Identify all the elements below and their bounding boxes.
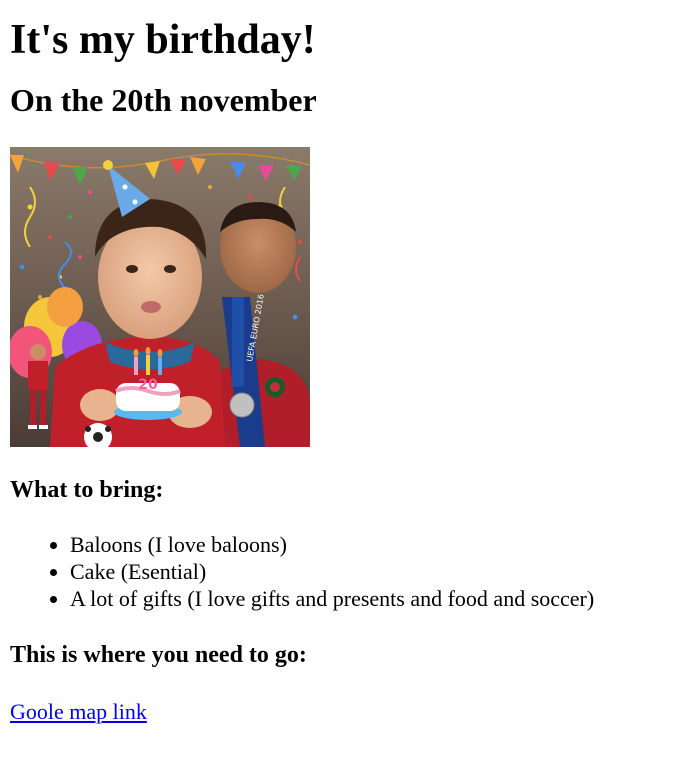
google-map-link[interactable]: Goole map link (10, 698, 147, 725)
list-item: Baloons (I love baloons) (70, 531, 672, 558)
cake-number: 20 (138, 377, 158, 393)
bring-heading: What to bring: (10, 477, 164, 503)
bring-list: Baloons (I love baloons) Cake (Esential)… (10, 531, 672, 612)
location-heading: This is where you need to go: (10, 642, 307, 668)
birthday-photo: UEFA EURO 2016 20 (10, 147, 310, 447)
page-content: It's my birthday! On the 20th november U… (0, 0, 682, 725)
page-title: It's my birthday! (10, 17, 316, 63)
list-item: A lot of gifts (I love gifts and present… (70, 585, 672, 612)
date-heading: On the 20th november (10, 82, 317, 118)
list-item: Cake (Esential) (70, 558, 672, 585)
